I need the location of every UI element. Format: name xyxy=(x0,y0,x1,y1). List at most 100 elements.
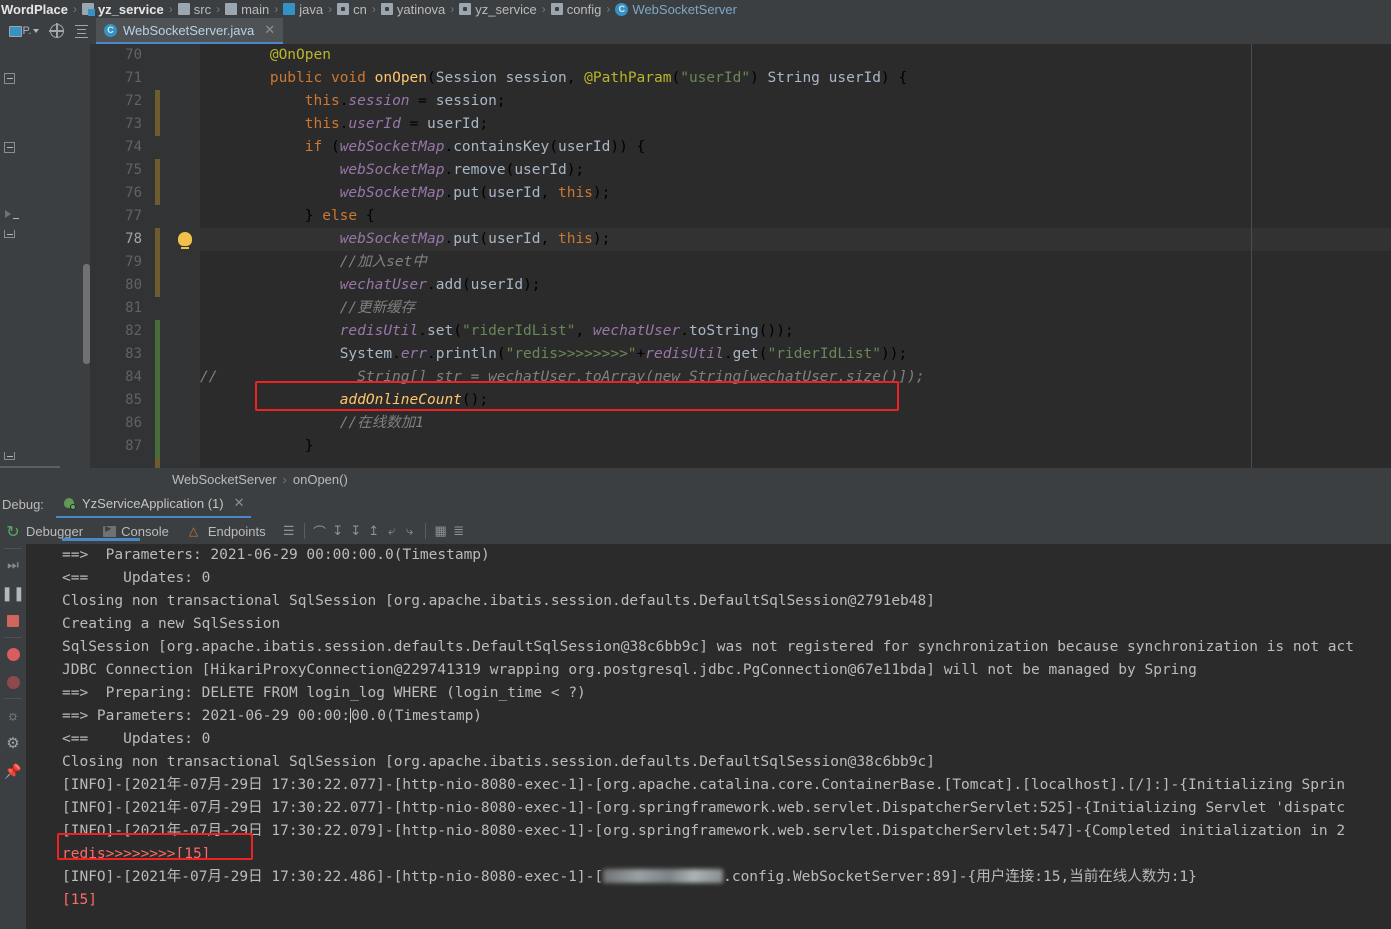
line-number: 85 xyxy=(125,392,142,408)
code-line[interactable]: //在线数加1 xyxy=(200,412,1391,435)
code-fold-marker[interactable] xyxy=(4,142,15,153)
console-line[interactable]: SqlSession [org.apache.ibatis.session.de… xyxy=(26,636,1391,659)
code-line[interactable]: webSocketMap.put(userId, this); xyxy=(200,182,1391,205)
breadcrumb-item-cn[interactable]: cn xyxy=(336,2,368,17)
breadcrumb-item-yatinova[interactable]: yatinova xyxy=(380,2,446,17)
collapse-all-icon xyxy=(74,24,88,38)
code-line[interactable]: wechatUser.add(userId); xyxy=(200,274,1391,297)
evaluate-expression-icon[interactable]: ▦ xyxy=(432,522,450,540)
tab-debugger-label: Debugger xyxy=(26,523,84,539)
code-line[interactable]: System.err.println("redis>>>>>>>>"+redis… xyxy=(200,343,1391,366)
console-line[interactable]: <== Updates: 0 xyxy=(26,567,1391,590)
breadcrumb-item-config[interactable]: config xyxy=(550,2,603,17)
console-line[interactable]: ==> Parameters: 2021-06-29 00:00:00.0(Ti… xyxy=(26,544,1391,567)
package-icon xyxy=(380,3,393,15)
code-line[interactable]: @OnOpen xyxy=(200,44,1391,67)
console-line[interactable]: [INFO]-[2021年-07月-29日 17:30:22.486]-[htt… xyxy=(26,866,1391,889)
console-line[interactable]: ==> Parameters: 2021-06-29 00:00:00.0(Ti… xyxy=(26,705,1391,728)
settings-icon[interactable]: ≣ xyxy=(450,522,468,540)
project-window-button[interactable]: P. xyxy=(4,20,44,42)
breadcrumb-item-label: config xyxy=(566,1,602,17)
code-line[interactable]: //加入set中 xyxy=(200,251,1391,274)
stop-icon[interactable] xyxy=(0,607,26,635)
breadcrumb-item-label: src xyxy=(193,1,212,17)
code-line[interactable]: addOnlineCount(); xyxy=(200,389,1391,412)
code-editor[interactable]: 70 71 72 73 74 75 76 77 78 79 80 81 82 83 84 85 86 87 @On… xyxy=(0,44,1391,468)
breadcrumb-item-main[interactable]: main xyxy=(224,2,270,17)
code-line[interactable]: } else { xyxy=(200,205,1391,228)
layout-settings-icon[interactable]: ☰ xyxy=(280,522,298,540)
code-fold-marker[interactable] xyxy=(4,452,15,460)
console-line[interactable]: [INFO]-[2021年-07月-29日 17:30:22.077]-[htt… xyxy=(26,797,1391,820)
screenshot-icon[interactable]: ☼ xyxy=(0,701,26,729)
code-line[interactable]: // String[] str = wechatUser.toArray(new… xyxy=(200,366,1391,389)
console-line[interactable]: [INFO]-[2021年-07月-29日 17:30:22.079]-[htt… xyxy=(26,820,1391,843)
vcs-change-marker xyxy=(155,228,160,297)
code-fold-arrow-icon[interactable] xyxy=(5,210,19,219)
console-line[interactable]: JDBC Connection [HikariProxyConnection@2… xyxy=(26,659,1391,682)
drop-frame-icon[interactable]: ⤶ xyxy=(383,522,401,540)
locate-file-button[interactable] xyxy=(46,20,68,42)
mute-breakpoints-icon[interactable] xyxy=(0,668,26,696)
line-number: 82 xyxy=(125,323,142,339)
rail-divider xyxy=(4,637,22,638)
code-content[interactable]: @OnOpen public void onOpen(Session sessi… xyxy=(200,44,1391,468)
breadcrumb-item-yz-service[interactable]: yz_service xyxy=(458,2,537,17)
console-line[interactable]: [INFO]-[2021年-07月-29日 17:30:22.077]-[htt… xyxy=(26,774,1391,797)
pin-tab-icon[interactable]: 📌 xyxy=(0,757,26,785)
close-icon[interactable]: ✕ xyxy=(234,495,245,511)
console-line[interactable]: <== Updates: 0 xyxy=(26,728,1391,751)
code-line[interactable]: this.userId = userId; xyxy=(200,113,1391,136)
step-over-icon[interactable]: ⌒ xyxy=(311,522,329,540)
debug-run-config-tab[interactable]: YzServiceApplication (1) ✕ xyxy=(56,490,251,518)
code-fold-marker[interactable] xyxy=(4,73,15,84)
code-line[interactable]: public void onOpen(Session session, @Pat… xyxy=(200,67,1391,90)
pause-program-icon[interactable]: ❚❚ xyxy=(0,579,26,607)
rerun-icon[interactable]: ↻ xyxy=(0,518,26,546)
code-line[interactable]: //更新缓存 xyxy=(200,297,1391,320)
console-output[interactable]: ==> Parameters: 2021-06-29 00:00:00.0(Ti… xyxy=(26,544,1391,929)
console-line[interactable]: Closing non transactional SqlSession [or… xyxy=(26,590,1391,613)
code-line[interactable]: this.session = session; xyxy=(200,90,1391,113)
settings-gear-icon[interactable]: ⚙ xyxy=(0,729,26,757)
code-line[interactable]: if (webSocketMap.containsKey(userId)) { xyxy=(200,136,1391,159)
breadcrumb-item-label: WebSocketServer xyxy=(632,1,737,17)
run-to-cursor-icon[interactable]: ⤷ xyxy=(401,522,419,540)
view-breakpoints-icon[interactable] xyxy=(0,640,26,668)
code-line[interactable]: redisUtil.set("riderIdList", wechatUser.… xyxy=(200,320,1391,343)
tab-endpoints-label: Endpoints xyxy=(207,523,266,539)
breadcrumb-item-wordplace[interactable]: WordPlace xyxy=(0,2,69,17)
breadcrumb-separator: › xyxy=(216,2,221,16)
code-line[interactable]: webSocketMap.remove(userId); xyxy=(200,159,1391,182)
force-step-into-icon[interactable]: ↧ xyxy=(347,522,365,540)
step-into-icon[interactable]: ↧ xyxy=(329,522,347,540)
vcs-add-marker xyxy=(155,320,160,458)
console-stderr-line[interactable]: redis>>>>>>>>[15] xyxy=(26,843,1391,866)
tool-window-scrollbar[interactable] xyxy=(83,264,90,364)
step-out-icon[interactable]: ↥ xyxy=(365,522,383,540)
breadcrumb-item-websocketserver[interactable]: C WebSocketServer xyxy=(614,2,738,17)
console-selection-marker xyxy=(62,538,140,541)
line-number: 70 xyxy=(125,47,142,63)
collapse-all-button[interactable] xyxy=(70,20,92,42)
resume-program-icon[interactable]: ⏭ xyxy=(0,551,26,579)
breadcrumb-item-label: java xyxy=(299,1,324,17)
breadcrumb-item-java[interactable]: java xyxy=(282,2,324,17)
intention-bulb-icon[interactable] xyxy=(178,232,192,249)
code-fold-marker[interactable] xyxy=(4,230,15,238)
console-line[interactable]: Closing non transactional SqlSession [or… xyxy=(26,751,1391,774)
line-number: 72 xyxy=(125,93,142,109)
code-line[interactable]: } xyxy=(200,435,1391,458)
console-line[interactable]: ==> Preparing: DELETE FROM login_log WHE… xyxy=(26,682,1391,705)
breadcrumb-item-yz-service[interactable]: yz_service xyxy=(81,2,165,17)
code-line[interactable]: webSocketMap.put(userId, this); xyxy=(200,228,1391,251)
close-icon[interactable]: ✕ xyxy=(264,22,275,38)
breadcrumb-class[interactable]: WebSocketServer xyxy=(172,472,277,487)
breadcrumb-method[interactable]: onOpen() xyxy=(293,472,348,487)
line-number: 74 xyxy=(125,139,142,155)
tab-endpoints[interactable]: △ Endpoints xyxy=(179,518,276,544)
console-line[interactable]: Creating a new SqlSession xyxy=(26,613,1391,636)
breadcrumb-item-src[interactable]: src xyxy=(177,2,212,17)
editor-tab-websocketserver[interactable]: C WebSocketServer.java ✕ xyxy=(96,18,284,44)
console-stderr-line[interactable]: [15] xyxy=(26,889,1391,912)
